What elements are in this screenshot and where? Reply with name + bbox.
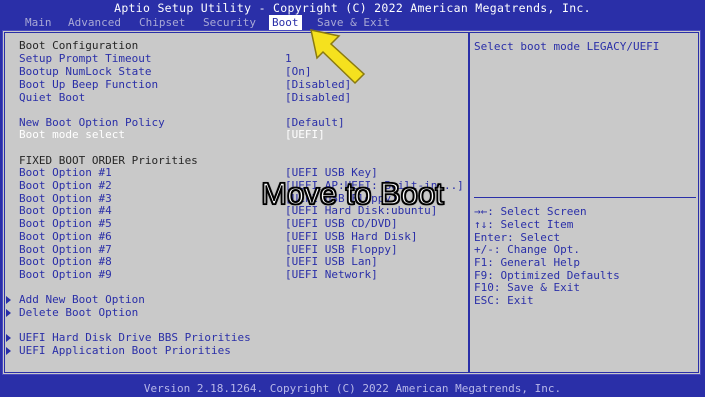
caption-overlay: Move to Boot (260, 175, 444, 212)
submenu-hdd-bbs-priorities[interactable]: UEFI Hard Disk Drive BBS Priorities (6, 331, 319, 345)
setting-numlock-state[interactable]: Bootup NumLock State [On] (19, 65, 439, 79)
submenu-arrow-icon (6, 296, 11, 304)
submenu-arrow-icon (6, 309, 11, 317)
tab-chipset[interactable]: Chipset (136, 15, 188, 30)
submenu-delete-boot-option[interactable]: Delete Boot Option (6, 306, 319, 320)
submenu-app-boot-priorities[interactable]: UEFI Application Boot Priorities (6, 344, 319, 358)
help-description: Select boot mode LEGACY/UEFI (474, 40, 660, 53)
boot-option-6[interactable]: Boot Option #6 [UEFI USB Hard Disk] (19, 230, 459, 244)
tab-security[interactable]: Security (200, 15, 259, 30)
submenu-arrow-icon (6, 334, 11, 342)
setting-boot-mode-select[interactable]: Boot mode select [UEFI] (19, 128, 439, 142)
tab-boot[interactable]: Boot (269, 15, 302, 30)
key-hint-esc: ESC: Exit (474, 294, 534, 307)
boot-option-9[interactable]: Boot Option #9 [UEFI Network] (19, 268, 459, 282)
key-hint-change-opt: +/-: Change Opt. (474, 243, 580, 256)
key-hint-general-help: F1: General Help (474, 256, 580, 269)
key-hint-select-item: ↑↓: Select Item (474, 218, 574, 231)
setting-beep-function[interactable]: Boot Up Beep Function [Disabled] (19, 78, 439, 92)
window-title: Aptio Setup Utility - Copyright (C) 2022… (0, 0, 705, 16)
setting-setup-prompt-timeout[interactable]: Setup Prompt Timeout 1 (19, 52, 439, 66)
tab-advanced[interactable]: Advanced (65, 15, 124, 30)
pointer-arrow-icon (310, 29, 366, 85)
boot-option-5[interactable]: Boot Option #5 [UEFI USB CD/DVD] (19, 217, 459, 231)
key-hint-save-exit: F10: Save & Exit (474, 281, 580, 294)
tab-main[interactable]: Main (22, 15, 55, 30)
submenu-arrow-icon (6, 347, 11, 355)
footer-version: Version 2.18.1264. Copyright (C) 2022 Am… (0, 380, 705, 397)
boot-option-8[interactable]: Boot Option #8 [UEFI USB Lan] (19, 255, 459, 269)
submenu-add-boot-option[interactable]: Add New Boot Option (6, 293, 319, 307)
setting-quiet-boot[interactable]: Quiet Boot [Disabled] (19, 91, 439, 105)
